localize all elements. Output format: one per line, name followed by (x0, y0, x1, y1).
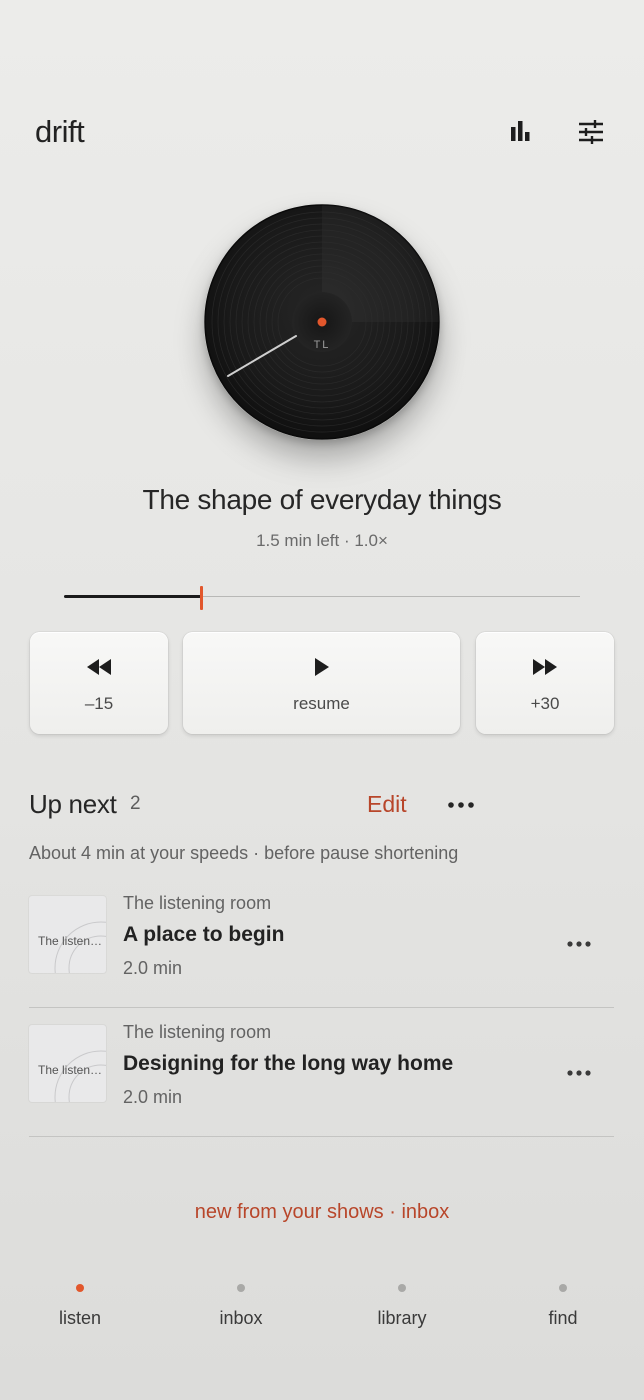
bar-chart-icon (511, 121, 530, 141)
episode-meta: 1.5 min left · 1.0× (256, 531, 388, 550)
inbox-link[interactable]: new from your shows · inbox (0, 1201, 644, 1224)
settings-button[interactable] (575, 116, 607, 148)
episode-more-button[interactable] (564, 1063, 594, 1083)
forward-button[interactable]: +30 (476, 632, 614, 734)
rewind-icon (87, 659, 111, 675)
stats-button[interactable] (504, 116, 536, 148)
edit-queue-button[interactable]: Edit (367, 791, 407, 818)
queue-item[interactable]: The listening room The listening room A … (29, 879, 614, 1008)
tab-inbox[interactable]: inbox (181, 1278, 301, 1338)
tab-label: find (548, 1308, 578, 1328)
tab-indicator-dot (398, 1284, 406, 1292)
more-horizontal-icon (567, 941, 591, 947)
sliders-icon (579, 120, 603, 144)
up-next-summary: About 4 min at your speeds · before paus… (29, 843, 459, 863)
resume-button[interactable]: resume (183, 632, 460, 734)
show-artwork: The listening room (29, 1025, 106, 1102)
episode-title: A place to begin (123, 923, 285, 946)
more-horizontal-icon (567, 1070, 591, 1076)
up-next-title: Up next (29, 789, 117, 819)
progress-slider[interactable] (64, 586, 580, 610)
show-artwork: The listening room (29, 896, 106, 973)
resume-label: resume (293, 694, 350, 713)
disc-center-dot (317, 317, 327, 327)
tab-label: inbox (219, 1308, 263, 1328)
artwork-text: The listening room (38, 1063, 104, 1077)
fast-forward-icon (533, 659, 557, 675)
disc-label: TL (314, 339, 331, 351)
rewind-button[interactable]: –15 (30, 632, 168, 734)
tab-library[interactable]: library (342, 1278, 462, 1338)
tab-find[interactable]: find (503, 1278, 623, 1338)
tab-label: listen (58, 1308, 102, 1328)
episode-duration: 2.0 min (123, 958, 183, 978)
episode-title: Designing for the long way home (123, 1052, 454, 1075)
tab-listen[interactable]: listen (20, 1278, 140, 1338)
progress-fill (64, 595, 202, 598)
episode-show: The listening room (123, 1022, 272, 1042)
tab-label: library (377, 1308, 427, 1328)
artwork-text: The listening room (38, 934, 104, 948)
more-horizontal-icon (448, 802, 474, 808)
episode-duration: 2.0 min (123, 1087, 183, 1107)
queue-item[interactable]: The listening room The listening room De… (29, 1008, 614, 1137)
app-title: drift (35, 114, 85, 149)
episode-title: The shape of everyday things (142, 484, 502, 515)
play-icon (314, 658, 329, 676)
queue-more-button[interactable] (446, 795, 476, 815)
rewind-label: –15 (84, 694, 114, 713)
tab-indicator-dot (559, 1284, 567, 1292)
progress-thumb[interactable] (200, 586, 204, 610)
tab-indicator-dot (237, 1284, 245, 1292)
episode-more-button[interactable] (564, 934, 594, 954)
tab-indicator-dot (76, 1284, 84, 1292)
now-playing-disc[interactable]: TL (204, 204, 440, 440)
forward-label: +30 (530, 694, 560, 713)
episode-show: The listening room (123, 893, 272, 913)
up-next-count: 2 (130, 793, 141, 814)
